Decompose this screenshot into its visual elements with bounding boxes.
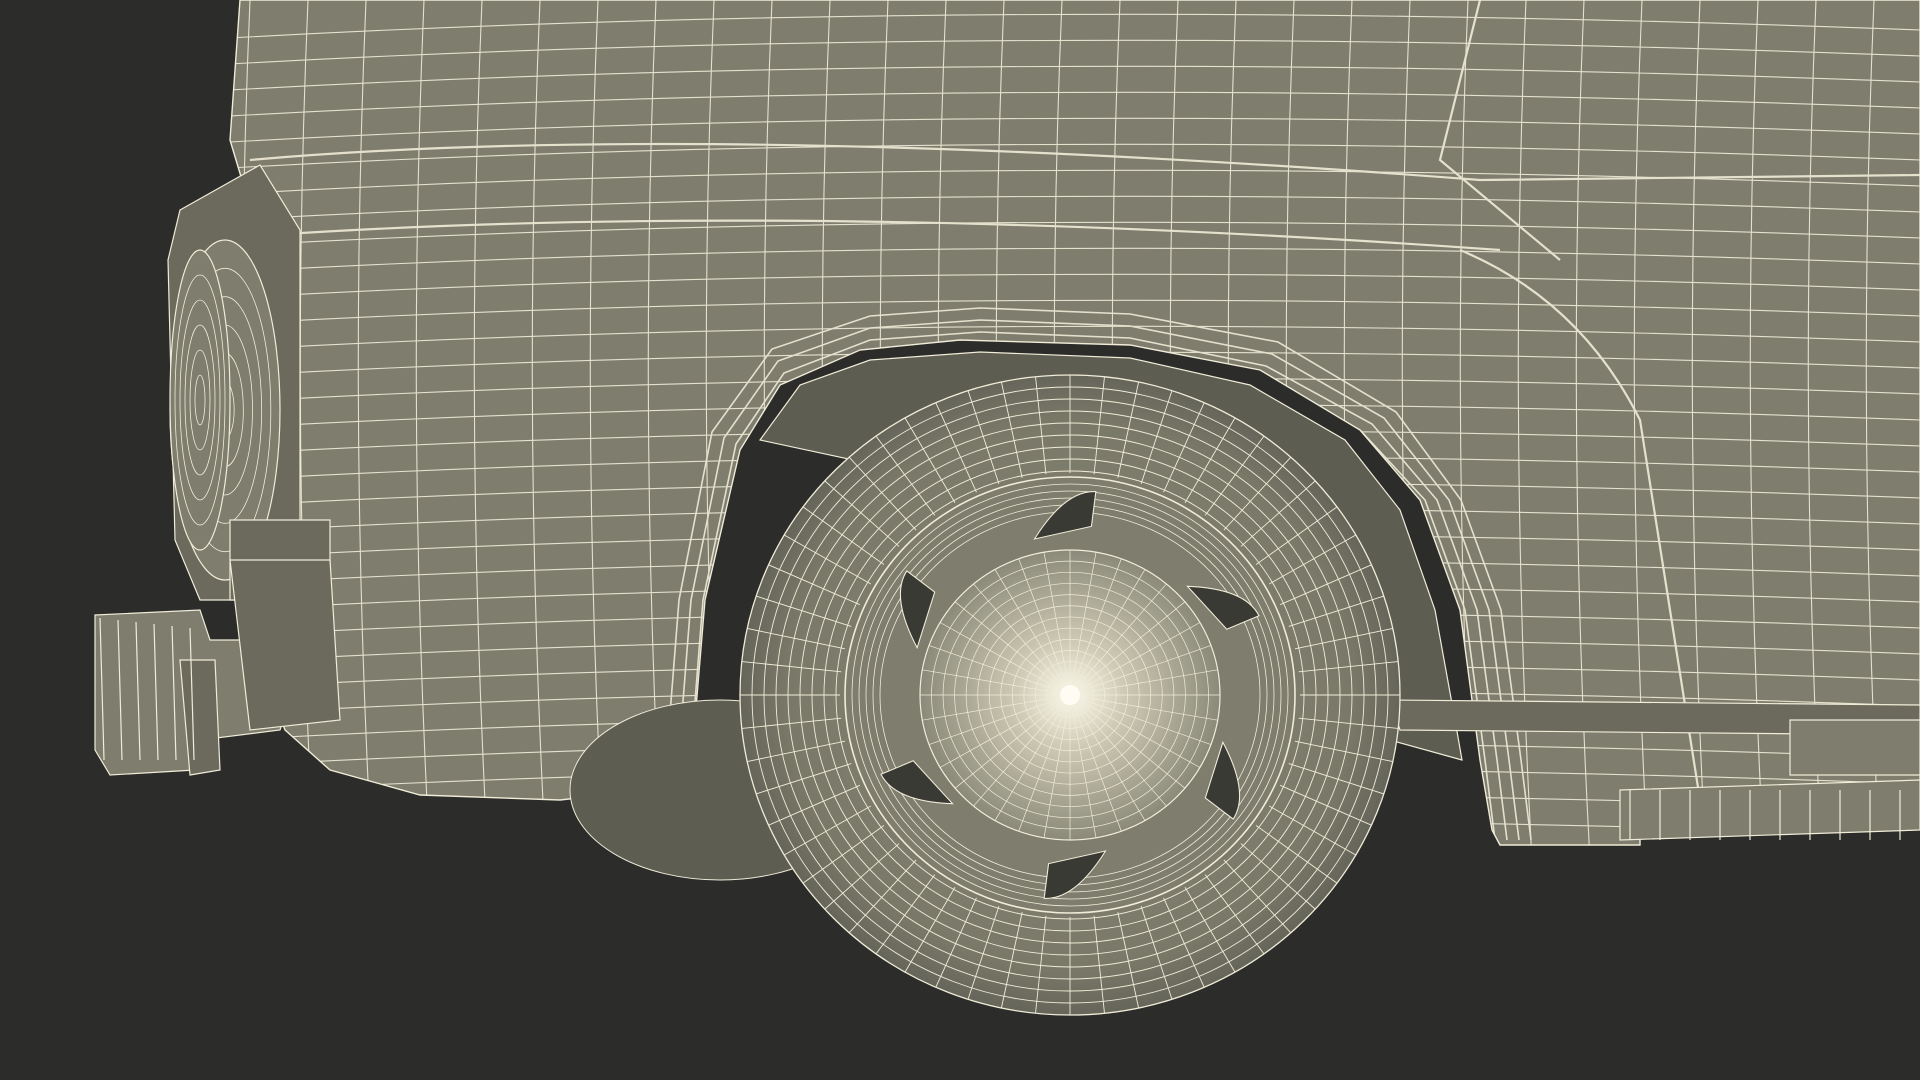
bumper-bracket bbox=[229, 559, 341, 731]
3d-viewport[interactable] bbox=[0, 0, 1920, 1080]
headlight-lens bbox=[169, 249, 231, 551]
wireframe-render bbox=[0, 0, 1920, 1080]
hub-center bbox=[1060, 685, 1080, 705]
running-board-step bbox=[1619, 779, 1920, 841]
step-plate bbox=[1789, 719, 1920, 776]
